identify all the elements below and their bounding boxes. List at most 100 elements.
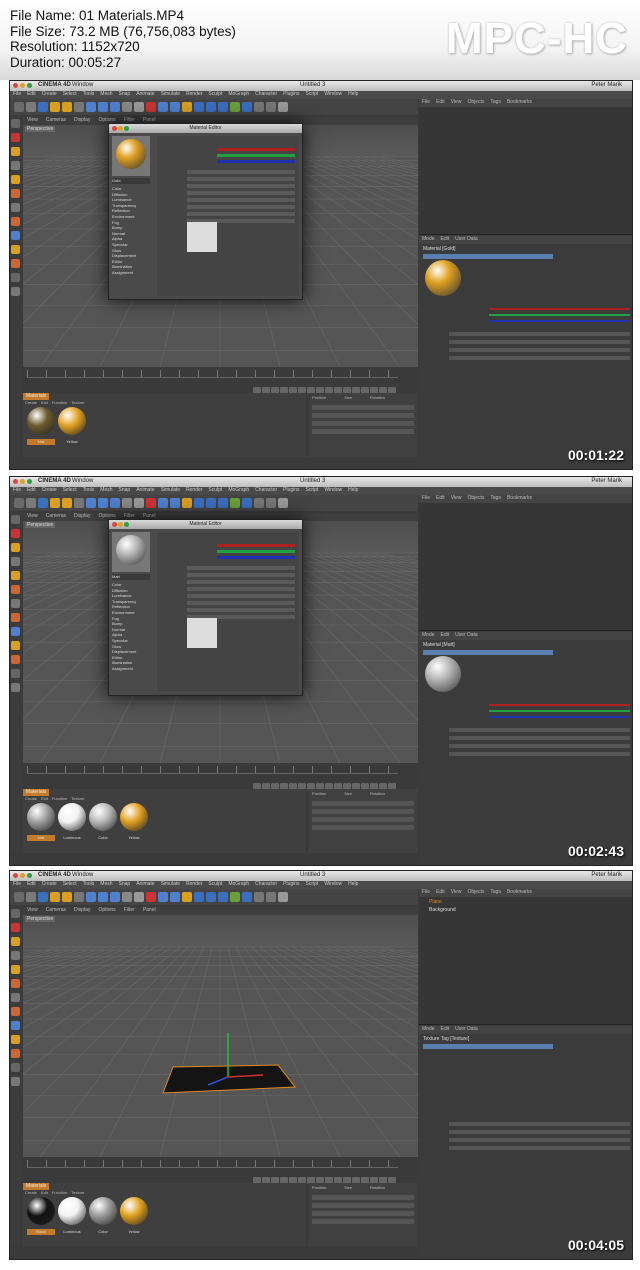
param-slider[interactable] <box>187 566 295 570</box>
menu-item[interactable]: Create <box>42 487 57 493</box>
object-menu-item[interactable]: View <box>451 889 462 895</box>
tool-icon[interactable] <box>11 571 20 580</box>
material-menu-item[interactable]: Function <box>52 1190 67 1195</box>
material-name[interactable]: Matt <box>112 574 150 580</box>
material-swatch[interactable] <box>120 803 148 831</box>
toolbar-button[interactable] <box>218 102 228 112</box>
param-slider[interactable] <box>187 580 295 584</box>
window-dot-icon[interactable] <box>112 126 117 131</box>
attr-menu-item[interactable]: Edit <box>441 1026 450 1032</box>
menu-item[interactable]: Create <box>42 91 57 97</box>
dialog-controls[interactable] <box>112 522 130 531</box>
toolbar-button[interactable] <box>206 498 216 508</box>
tool-icon[interactable] <box>11 965 20 974</box>
toolbar-button[interactable] <box>26 498 36 508</box>
tool-icon[interactable] <box>11 203 20 212</box>
param-slider[interactable] <box>449 348 630 352</box>
tool-icon[interactable] <box>11 599 20 608</box>
toolbar-button[interactable] <box>278 892 288 902</box>
object-menu-item[interactable]: Tags <box>490 889 501 895</box>
param-slider[interactable] <box>449 1122 630 1126</box>
close-icon[interactable] <box>13 83 18 88</box>
menu-item[interactable]: Tools <box>83 881 95 887</box>
menu-item[interactable]: Sculpt <box>208 487 222 493</box>
materials-tab[interactable]: Materials <box>23 789 50 796</box>
menu-item[interactable]: Simulate <box>161 487 180 493</box>
menu-item[interactable]: Simulate <box>161 91 180 97</box>
menu-item[interactable]: Help <box>348 91 358 97</box>
tool-icon[interactable] <box>11 147 20 156</box>
close-icon[interactable] <box>13 479 18 484</box>
tool-icon[interactable] <box>11 951 20 960</box>
material-menu-item[interactable]: Function <box>52 400 67 405</box>
toolbar-button[interactable] <box>134 498 144 508</box>
param-slider[interactable] <box>449 332 630 336</box>
menu-item[interactable]: Select <box>63 487 77 493</box>
toolbar-button[interactable] <box>194 498 204 508</box>
menu-item[interactable]: Simulate <box>161 881 180 887</box>
viewport-menu-item[interactable]: View <box>27 513 38 519</box>
tool-icon[interactable] <box>11 273 20 282</box>
minimize-icon[interactable] <box>20 479 25 484</box>
menu-item[interactable]: Render <box>186 91 202 97</box>
menu-item[interactable]: Tools <box>83 91 95 97</box>
toolbar-button[interactable] <box>242 892 252 902</box>
tool-icon[interactable] <box>11 119 20 128</box>
menu-item[interactable]: Snap <box>119 881 131 887</box>
toolbar-button[interactable] <box>62 102 72 112</box>
tool-icon[interactable] <box>11 1035 20 1044</box>
tool-icon[interactable] <box>11 287 20 296</box>
tool-icon[interactable] <box>11 529 20 538</box>
window-menu[interactable]: Window <box>72 478 93 484</box>
toolbar-button[interactable] <box>38 498 48 508</box>
menu-item[interactable]: Help <box>348 487 358 493</box>
param-slider[interactable] <box>449 736 630 740</box>
tool-icon[interactable] <box>11 937 20 946</box>
tool-icon[interactable] <box>11 1007 20 1016</box>
menu-item[interactable]: File <box>13 487 21 493</box>
toolbar-button[interactable] <box>122 498 132 508</box>
param-slider[interactable] <box>449 728 630 732</box>
zoom-icon[interactable] <box>27 83 32 88</box>
window-dot-icon[interactable] <box>118 522 123 527</box>
material-menu-item[interactable]: Texture <box>71 796 84 801</box>
color-slider[interactable] <box>217 544 295 547</box>
material-editor-dialog[interactable]: Material Editor Matt Color Diffusion Luminan… <box>108 519 303 696</box>
menu-item[interactable]: Plugins <box>283 487 299 493</box>
toolbar-button[interactable] <box>206 102 216 112</box>
material-menu-item[interactable]: Texture <box>71 400 84 405</box>
object-menu-item[interactable]: File <box>422 99 430 105</box>
param-slider[interactable] <box>449 1146 630 1150</box>
param-slider[interactable] <box>449 1138 630 1142</box>
tool-icon[interactable] <box>11 133 20 142</box>
tool-icon[interactable] <box>11 217 20 226</box>
menu-item[interactable]: Plugins <box>283 91 299 97</box>
color-slider[interactable] <box>217 556 295 559</box>
viewport-menu-item[interactable]: Filter <box>124 907 135 913</box>
menu-item[interactable]: Mesh <box>100 91 112 97</box>
param-slider[interactable] <box>187 198 295 202</box>
menu-item[interactable]: Mesh <box>100 881 112 887</box>
viewport-menu-item[interactable]: Panel <box>143 907 156 913</box>
toolbar-button[interactable] <box>122 892 132 902</box>
coord-field[interactable] <box>312 413 414 418</box>
toolbar-button[interactable] <box>110 102 120 112</box>
dialog-controls[interactable] <box>112 126 130 135</box>
material-swatch[interactable] <box>58 803 86 831</box>
menu-item[interactable]: MoGraph <box>228 881 249 887</box>
coord-field[interactable] <box>312 405 414 410</box>
tool-icon[interactable] <box>11 585 20 594</box>
color-slider[interactable] <box>489 716 630 718</box>
tool-icon[interactable] <box>11 909 20 918</box>
viewport-menu-item[interactable]: Cameras <box>46 513 66 519</box>
channel-item[interactable]: Assignment <box>112 666 152 672</box>
tool-icon[interactable] <box>11 627 20 636</box>
menu-item[interactable]: Render <box>186 487 202 493</box>
tool-icon[interactable] <box>11 655 20 664</box>
toolbar-button[interactable] <box>134 102 144 112</box>
tool-icon[interactable] <box>11 683 20 692</box>
color-slider[interactable] <box>217 160 295 163</box>
zoom-icon[interactable] <box>27 479 32 484</box>
material-menu-item[interactable]: Create <box>25 1190 37 1195</box>
tool-icon[interactable] <box>11 993 20 1002</box>
